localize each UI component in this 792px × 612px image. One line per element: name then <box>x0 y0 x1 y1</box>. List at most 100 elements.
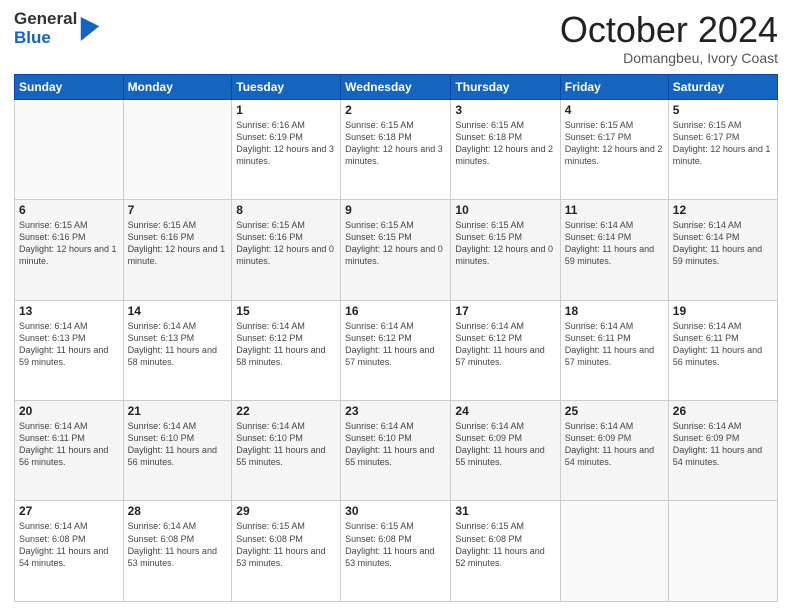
col-friday: Friday <box>560 74 668 99</box>
day-number: 29 <box>236 504 336 518</box>
calendar-cell: 11Sunrise: 6:14 AM Sunset: 6:14 PM Dayli… <box>560 200 668 300</box>
day-info: Sunrise: 6:15 AM Sunset: 6:16 PM Dayligh… <box>236 219 336 268</box>
day-info: Sunrise: 6:14 AM Sunset: 6:08 PM Dayligh… <box>19 520 119 569</box>
day-info: Sunrise: 6:15 AM Sunset: 6:08 PM Dayligh… <box>345 520 446 569</box>
calendar-cell: 9 Sunrise: 6:15 AM Sunset: 6:15 PM Daylig… <box>341 200 451 300</box>
calendar-cell: 28Sunrise: 6:14 AM Sunset: 6:08 PM Dayli… <box>123 501 232 602</box>
day-number: 2 <box>345 103 446 117</box>
calendar-cell: 22 Sunrise: 6:14 AM Sunset: 6:10 PM Dayli… <box>232 401 341 501</box>
day-info: Sunrise: 6:14 AM Sunset: 6:10 PM Dayligh… <box>345 420 446 469</box>
day-number: 4 <box>565 103 664 117</box>
day-number: 12 <box>673 203 773 217</box>
day-info: Sunrise: 6:15 AM Sunset: 6:18 PM Dayligh… <box>455 119 555 168</box>
week-row-4: 20 Sunrise: 6:14 AM Sunset: 6:11 PM Dayli… <box>15 401 778 501</box>
day-info: Sunrise: 6:14 AM Sunset: 6:12 PM Dayligh… <box>455 320 555 369</box>
calendar-cell: 14Sunrise: 6:14 AM Sunset: 6:13 PM Dayli… <box>123 300 232 400</box>
calendar-cell: 12 Sunrise: 6:14 AM Sunset: 6:14 PM Dayli… <box>668 200 777 300</box>
col-sunday: Sunday <box>15 74 124 99</box>
day-info: Sunrise: 6:14 AM Sunset: 6:12 PM Dayligh… <box>345 320 446 369</box>
logo-icon <box>80 17 100 41</box>
subtitle: Domangbeu, Ivory Coast <box>560 50 778 66</box>
day-number: 8 <box>236 203 336 217</box>
calendar-cell: 25 Sunrise: 6:14 AM Sunset: 6:09 PM Dayli… <box>560 401 668 501</box>
day-number: 24 <box>455 404 555 418</box>
day-info: Sunrise: 6:14 AM Sunset: 6:09 PM Dayligh… <box>565 420 664 469</box>
day-number: 14 <box>128 304 228 318</box>
day-info: Sunrise: 6:14 AM Sunset: 6:12 PM Dayligh… <box>236 320 336 369</box>
day-number: 25 <box>565 404 664 418</box>
day-info: Sunrise: 6:14 AM Sunset: 6:14 PM Dayligh… <box>673 219 773 268</box>
week-row-2: 6Sunrise: 6:15 AM Sunset: 6:16 PM Daylig… <box>15 200 778 300</box>
calendar-cell: 3Sunrise: 6:15 AM Sunset: 6:18 PM Daylig… <box>451 99 560 199</box>
day-number: 22 <box>236 404 336 418</box>
day-number: 30 <box>345 504 446 518</box>
header-row: Sunday Monday Tuesday Wednesday Thursday… <box>15 74 778 99</box>
day-number: 9 <box>345 203 446 217</box>
calendar-cell: 1Sunrise: 6:16 AM Sunset: 6:19 PM Daylig… <box>232 99 341 199</box>
logo: General Blue <box>14 10 100 47</box>
day-info: Sunrise: 6:15 AM Sunset: 6:08 PM Dayligh… <box>455 520 555 569</box>
day-info: Sunrise: 6:14 AM Sunset: 6:08 PM Dayligh… <box>128 520 228 569</box>
calendar-cell: 13 Sunrise: 6:14 AM Sunset: 6:13 PM Dayli… <box>15 300 124 400</box>
day-number: 20 <box>19 404 119 418</box>
day-info: Sunrise: 6:14 AM Sunset: 6:09 PM Dayligh… <box>673 420 773 469</box>
day-number: 19 <box>673 304 773 318</box>
day-number: 23 <box>345 404 446 418</box>
calendar-cell: 6Sunrise: 6:15 AM Sunset: 6:16 PM Daylig… <box>15 200 124 300</box>
day-number: 5 <box>673 103 773 117</box>
calendar-cell: 7Sunrise: 6:15 AM Sunset: 6:16 PM Daylig… <box>123 200 232 300</box>
calendar-cell: 31 Sunrise: 6:15 AM Sunset: 6:08 PM Dayli… <box>451 501 560 602</box>
calendar-cell: 17 Sunrise: 6:14 AM Sunset: 6:12 PM Dayli… <box>451 300 560 400</box>
day-info: Sunrise: 6:15 AM Sunset: 6:18 PM Dayligh… <box>345 119 446 168</box>
day-info: Sunrise: 6:15 AM Sunset: 6:08 PM Dayligh… <box>236 520 336 569</box>
logo-blue: Blue <box>14 29 77 48</box>
week-row-1: 1Sunrise: 6:16 AM Sunset: 6:19 PM Daylig… <box>15 99 778 199</box>
calendar-cell: 5 Sunrise: 6:15 AM Sunset: 6:17 PM Daylig… <box>668 99 777 199</box>
col-wednesday: Wednesday <box>341 74 451 99</box>
calendar-cell: 20 Sunrise: 6:14 AM Sunset: 6:11 PM Dayli… <box>15 401 124 501</box>
calendar-cell: 21 Sunrise: 6:14 AM Sunset: 6:10 PM Dayli… <box>123 401 232 501</box>
day-number: 31 <box>455 504 555 518</box>
calendar-cell <box>123 99 232 199</box>
week-row-5: 27 Sunrise: 6:14 AM Sunset: 6:08 PM Dayli… <box>15 501 778 602</box>
day-number: 18 <box>565 304 664 318</box>
day-number: 13 <box>19 304 119 318</box>
day-info: Sunrise: 6:15 AM Sunset: 6:17 PM Dayligh… <box>673 119 773 168</box>
month-title: October 2024 <box>560 10 778 50</box>
day-info: Sunrise: 6:15 AM Sunset: 6:16 PM Dayligh… <box>19 219 119 268</box>
day-number: 10 <box>455 203 555 217</box>
calendar-cell: 24 Sunrise: 6:14 AM Sunset: 6:09 PM Dayli… <box>451 401 560 501</box>
day-info: Sunrise: 6:15 AM Sunset: 6:16 PM Dayligh… <box>128 219 228 268</box>
calendar-cell <box>560 501 668 602</box>
calendar-cell: 23 Sunrise: 6:14 AM Sunset: 6:10 PM Dayli… <box>341 401 451 501</box>
day-number: 27 <box>19 504 119 518</box>
title-section: October 2024 Domangbeu, Ivory Coast <box>560 10 778 66</box>
day-number: 11 <box>565 203 664 217</box>
col-thursday: Thursday <box>451 74 560 99</box>
day-info: Sunrise: 6:16 AM Sunset: 6:19 PM Dayligh… <box>236 119 336 168</box>
page: General Blue October 2024 Domangbeu, Ivo… <box>0 0 792 612</box>
day-info: Sunrise: 6:14 AM Sunset: 6:10 PM Dayligh… <box>128 420 228 469</box>
calendar-cell: 18 Sunrise: 6:14 AM Sunset: 6:11 PM Dayli… <box>560 300 668 400</box>
header: General Blue October 2024 Domangbeu, Ivo… <box>14 10 778 66</box>
day-info: Sunrise: 6:14 AM Sunset: 6:11 PM Dayligh… <box>19 420 119 469</box>
calendar-cell: 15 Sunrise: 6:14 AM Sunset: 6:12 PM Dayli… <box>232 300 341 400</box>
day-info: Sunrise: 6:14 AM Sunset: 6:13 PM Dayligh… <box>19 320 119 369</box>
day-info: Sunrise: 6:14 AM Sunset: 6:11 PM Dayligh… <box>673 320 773 369</box>
calendar-cell: 4 Sunrise: 6:15 AM Sunset: 6:17 PM Daylig… <box>560 99 668 199</box>
day-info: Sunrise: 6:15 AM Sunset: 6:15 PM Dayligh… <box>345 219 446 268</box>
day-number: 15 <box>236 304 336 318</box>
day-info: Sunrise: 6:14 AM Sunset: 6:11 PM Dayligh… <box>565 320 664 369</box>
col-saturday: Saturday <box>668 74 777 99</box>
day-number: 21 <box>128 404 228 418</box>
day-info: Sunrise: 6:14 AM Sunset: 6:10 PM Dayligh… <box>236 420 336 469</box>
logo-text: General Blue <box>14 10 77 47</box>
day-info: Sunrise: 6:14 AM Sunset: 6:09 PM Dayligh… <box>455 420 555 469</box>
calendar-cell <box>15 99 124 199</box>
day-info: Sunrise: 6:15 AM Sunset: 6:17 PM Dayligh… <box>565 119 664 168</box>
calendar-cell <box>668 501 777 602</box>
calendar-table: Sunday Monday Tuesday Wednesday Thursday… <box>14 74 778 602</box>
day-number: 17 <box>455 304 555 318</box>
calendar-cell: 29 Sunrise: 6:15 AM Sunset: 6:08 PM Dayli… <box>232 501 341 602</box>
calendar-cell: 19 Sunrise: 6:14 AM Sunset: 6:11 PM Dayli… <box>668 300 777 400</box>
